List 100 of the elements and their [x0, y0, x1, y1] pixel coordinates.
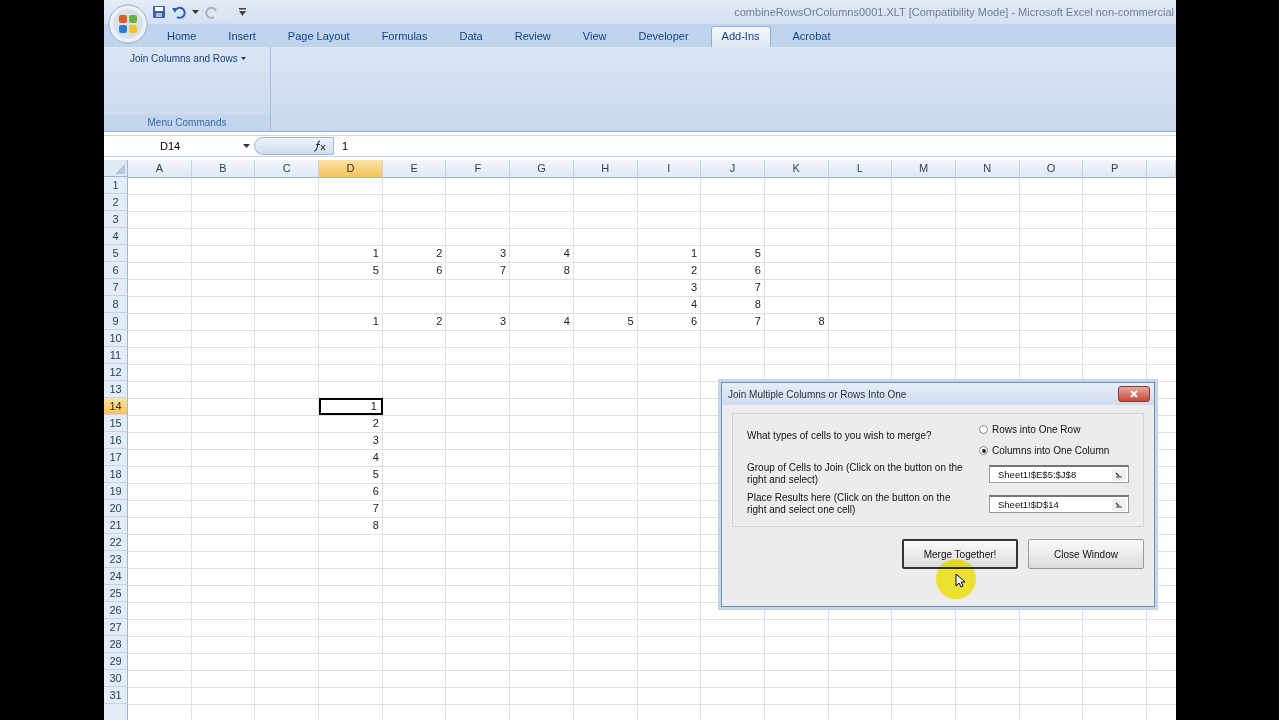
table-cell-text: 7: [753, 280, 762, 295]
row-header[interactable]: 5: [104, 245, 128, 262]
column-header[interactable]: A: [128, 160, 192, 178]
table-cell-text: 6: [690, 314, 699, 329]
range-field[interactable]: Sheet1!$E$5:$J$8: [989, 465, 1129, 483]
row-header[interactable]: 27: [104, 619, 128, 636]
column-header[interactable]: J: [701, 160, 765, 178]
ribbon-tab[interactable]: Data: [449, 26, 493, 47]
question-label: What types of cells to you wish to merge?: [747, 429, 932, 443]
ribbon-tab[interactable]: Formulas: [371, 26, 438, 47]
close-button[interactable]: [1118, 386, 1150, 402]
row-header[interactable]: 23: [104, 551, 128, 568]
row-header[interactable]: 25: [104, 585, 128, 602]
row-header[interactable]: 8: [104, 296, 128, 313]
row-header[interactable]: 14: [104, 398, 128, 415]
undo-icon[interactable]: [172, 5, 186, 20]
row-header[interactable]: 26: [104, 602, 128, 619]
column-header[interactable]: [1147, 160, 1176, 178]
column-header[interactable]: H: [573, 160, 638, 178]
column-header[interactable]: M: [892, 160, 956, 178]
row-header[interactable]: 21: [104, 517, 128, 534]
table-cell-text: 1: [690, 246, 699, 261]
ribbon-tab[interactable]: Insert: [218, 26, 266, 47]
pointer-icon: [955, 573, 965, 588]
table-cell-text: 7: [753, 314, 762, 329]
dialog-button[interactable]: Merge Together!: [902, 539, 1018, 569]
ribbon-tab[interactable]: Acrobat: [782, 26, 841, 47]
row-header[interactable]: 18: [104, 466, 128, 483]
ribbon-tab[interactable]: Developer: [628, 26, 699, 47]
column-header[interactable]: G: [510, 160, 574, 178]
row-header[interactable]: 7: [104, 279, 128, 296]
table-cell-text: 3: [499, 314, 508, 329]
row-header[interactable]: 13: [104, 381, 128, 398]
corner-triangle-icon: [115, 164, 125, 174]
table-cell-text: 2: [690, 263, 699, 278]
insert-function-button[interactable]: [254, 136, 334, 155]
column-header[interactable]: I: [637, 160, 702, 178]
column-header[interactable]: N: [955, 160, 1020, 178]
column-header[interactable]: O: [1019, 160, 1084, 178]
save-icon[interactable]: [152, 5, 166, 20]
row-header[interactable]: 2: [104, 194, 128, 211]
radio-option[interactable]: Rows into One Row: [979, 424, 1129, 435]
range-select-button[interactable]: [1112, 498, 1126, 511]
row-header[interactable]: 24: [104, 568, 128, 585]
collapse-arrow-icon: [1115, 471, 1123, 478]
table-cell-text: 3: [499, 246, 508, 261]
column-header[interactable]: B: [191, 160, 256, 178]
dropdown-icon[interactable]: [192, 10, 199, 15]
formula-field[interactable]: 1: [334, 139, 349, 152]
table-cell-text: 4: [562, 314, 571, 329]
row-header[interactable]: 22: [104, 534, 128, 551]
column-header[interactable]: F: [446, 160, 511, 178]
collapse-arrow-icon: [1115, 501, 1123, 508]
column-header[interactable]: D: [319, 160, 383, 178]
row-header[interactable]: 29: [104, 653, 128, 670]
row-header[interactable]: 31: [104, 687, 128, 704]
dialog-button[interactable]: Close Window: [1028, 539, 1144, 569]
row-header[interactable]: 30: [104, 670, 128, 687]
ribbon-tab[interactable]: View: [572, 26, 617, 47]
column-header[interactable]: L: [828, 160, 893, 178]
table-cell-text: 2: [371, 416, 380, 431]
row-header[interactable]: 1: [104, 177, 128, 194]
ribbon-tab[interactable]: Page Layout: [277, 26, 360, 47]
table-cell-text: 8: [753, 297, 762, 312]
row-header[interactable]: 15: [104, 415, 128, 432]
customize-icon[interactable]: [239, 8, 246, 17]
row-header[interactable]: 19: [104, 483, 128, 500]
row-header[interactable]: 28: [104, 636, 128, 653]
column-header[interactable]: E: [382, 160, 447, 178]
column-header[interactable]: K: [764, 160, 829, 178]
table-cell-text: 3: [690, 280, 699, 295]
ribbon-tab[interactable]: Add-Ins: [710, 25, 771, 47]
range-select-button[interactable]: [1112, 468, 1126, 481]
row-header[interactable]: 3: [104, 211, 128, 228]
join-columns-menu-button[interactable]: Join Columns and Rows: [104, 46, 270, 64]
row-header[interactable]: 17: [104, 449, 128, 466]
table-cell-text: 8: [562, 263, 571, 278]
field-label: Group of Cells to Join (Click on the button on the right and select): [747, 462, 964, 486]
active-cell: 1: [319, 398, 383, 415]
name-box[interactable]: D14: [104, 135, 254, 156]
table-cell-text: 1: [371, 314, 380, 329]
row-header[interactable]: 4: [104, 228, 128, 245]
ribbon-tab[interactable]: Home: [157, 26, 207, 47]
ribbon-tab[interactable]: Review: [504, 26, 561, 47]
column-header[interactable]: C: [255, 160, 320, 178]
range-field[interactable]: Sheet1!$D$14: [989, 495, 1129, 513]
column-header[interactable]: P: [1083, 160, 1147, 178]
row-header[interactable]: 16: [104, 432, 128, 449]
row-header[interactable]: 6: [104, 262, 128, 279]
row-header[interactable]: 10: [104, 330, 128, 347]
group-label: Menu Commands: [104, 114, 270, 131]
row-header[interactable]: 9: [104, 313, 128, 330]
radio-option[interactable]: Columns into One Column: [979, 445, 1129, 456]
table-cell-text: 5: [371, 263, 380, 278]
row-header[interactable]: 11: [104, 347, 128, 364]
row-header[interactable]: 20: [104, 500, 128, 517]
field-label: Place Results here (Click on the button on the right and select one cell): [747, 492, 952, 516]
dropdown-arrow-icon: [240, 56, 246, 60]
row-header[interactable]: 12: [104, 364, 128, 381]
table-cell-text: 5: [371, 467, 380, 482]
